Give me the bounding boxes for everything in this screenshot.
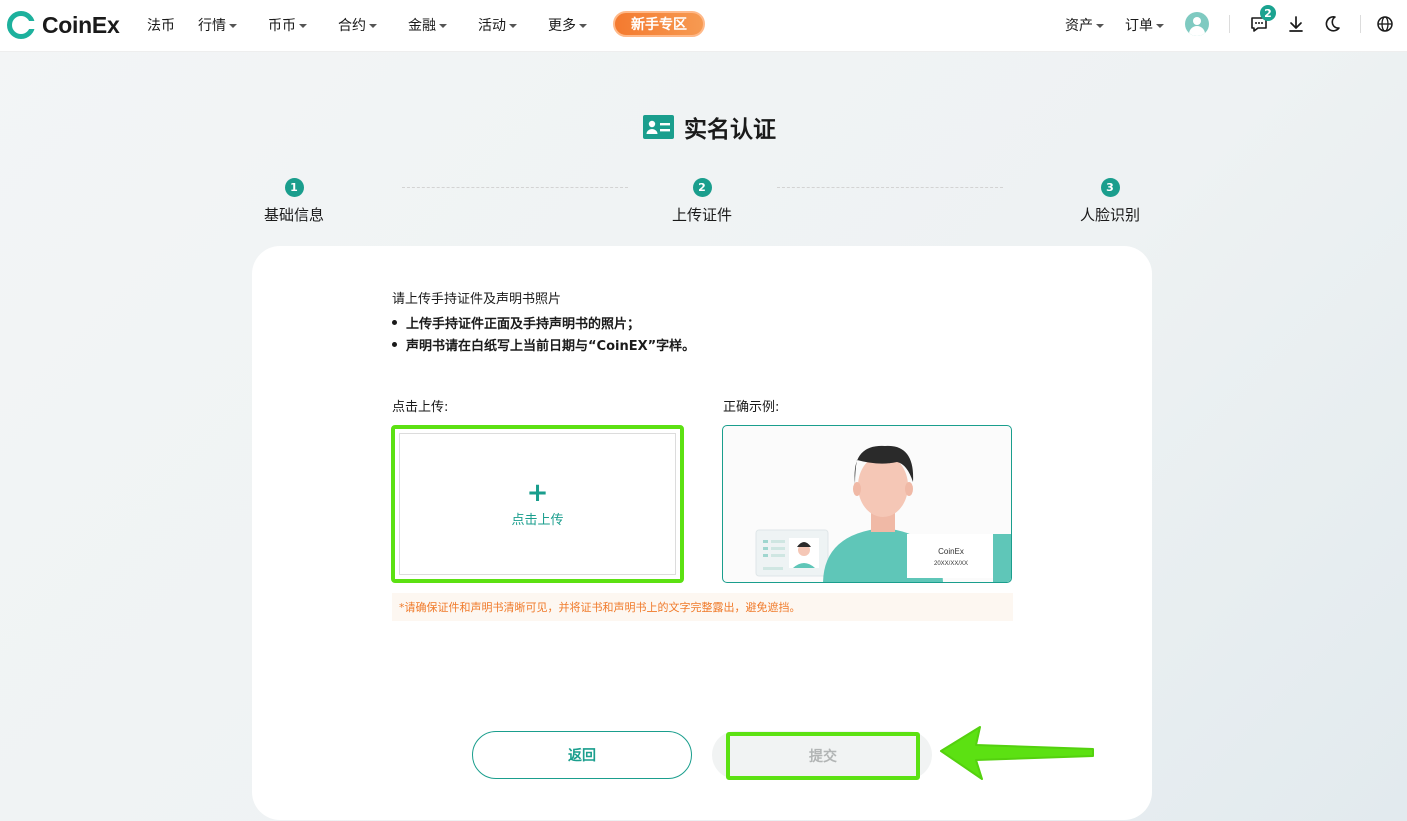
chevron-down-icon — [579, 24, 587, 28]
upload-dropzone-inner: + 点击上传 — [399, 433, 676, 575]
example-section-label: 正确示例: — [723, 400, 780, 415]
nav-spot-label: 币币 — [268, 18, 296, 34]
nav-fiat[interactable]: 法币 — [147, 15, 175, 35]
instruction-bullet: 声明书请在白纸写上当前日期与“CoinEX”字样。 — [392, 335, 695, 354]
nav-orders[interactable]: 订单 — [1125, 15, 1164, 35]
instruction-text: 上传手持证件正面及手持声明书的照片； — [406, 317, 641, 332]
plus-icon: + — [526, 477, 549, 508]
chevron-down-icon — [229, 24, 237, 28]
example-person-illustration: CoinEx 20XX/XX/XX — [755, 445, 1011, 582]
nav-finance[interactable]: 金融 — [408, 15, 447, 35]
divider — [1360, 15, 1361, 33]
nav-finance-label: 金融 — [408, 18, 436, 34]
step-number: 1 — [284, 178, 304, 197]
nav-markets[interactable]: 行情 — [198, 15, 237, 35]
avatar[interactable] — [1185, 12, 1209, 36]
step-number: 3 — [1100, 178, 1120, 197]
chevron-down-icon — [369, 24, 377, 28]
message-count-badge: 2 — [1260, 5, 1276, 21]
submit-button[interactable]: 提交 — [726, 732, 920, 780]
instruction-bullet: 上传手持证件正面及手持声明书的照片； — [392, 313, 640, 332]
moon-icon[interactable] — [1322, 14, 1342, 34]
brand-name: CoinEx — [42, 11, 120, 38]
nav-assets[interactable]: 资产 — [1065, 15, 1104, 35]
step-label: 人脸识别 — [1079, 206, 1140, 224]
upload-tip: *请确保证件和声明书清晰可见，并将证书和声明书上的文字完整露出，避免遮挡。 — [392, 593, 1013, 621]
nav-markets-label: 行情 — [198, 18, 226, 34]
nav-activity[interactable]: 活动 — [478, 15, 517, 35]
annotation-arrow-icon — [940, 726, 1094, 780]
globe-icon[interactable] — [1375, 14, 1395, 34]
nav-futures-label: 合约 — [338, 18, 366, 34]
nav-fiat-label: 法币 — [147, 18, 175, 34]
nav-more[interactable]: 更多 — [548, 15, 587, 35]
chevron-down-icon — [1156, 24, 1164, 28]
chevron-down-icon — [1096, 24, 1104, 28]
example-image: CoinEx 20XX/XX/XX — [722, 425, 1012, 583]
id-card-icon — [643, 115, 674, 139]
chevron-down-icon — [509, 24, 517, 28]
example-paper-date: 20XX/XX/XX — [934, 561, 968, 567]
top-nav: CoinEx 法币 行情 币币 合约 金融 活动 更多 新手专区 资产 订单 2 — [0, 0, 1407, 52]
coinex-logo-icon — [7, 11, 36, 39]
example-paper-text: CoinEx — [938, 547, 964, 556]
page-title-text: 实名认证 — [684, 117, 776, 143]
upload-section-label: 点击上传: — [392, 400, 449, 415]
coinex-logo[interactable]: CoinEx — [7, 10, 120, 40]
upload-dropzone[interactable]: + 点击上传 — [391, 425, 684, 583]
upload-button-text: 点击上传 — [511, 512, 564, 528]
chevron-down-icon — [439, 24, 447, 28]
step-face-recognition: 3 人脸识别 — [1050, 178, 1170, 225]
step-label: 基础信息 — [263, 206, 324, 224]
step-connector — [777, 187, 1003, 188]
instruction-text: 声明书请在白纸写上当前日期与“CoinEX”字样。 — [406, 339, 696, 354]
instructions-title: 请上传手持证件及声明书照片 — [392, 292, 562, 307]
nav-activity-label: 活动 — [478, 18, 506, 34]
step-connector — [402, 187, 628, 188]
nav-futures[interactable]: 合约 — [338, 15, 377, 35]
newbie-zone-button[interactable]: 新手专区 — [613, 11, 705, 37]
step-basic-info: 1 基础信息 — [234, 178, 354, 225]
back-button[interactable]: 返回 — [472, 731, 692, 779]
submit-button-wrap: 提交 — [712, 731, 932, 780]
bullet-dot — [392, 342, 397, 347]
step-upload-id: 2 上传证件 — [642, 178, 762, 225]
step-number: 2 — [692, 178, 712, 197]
download-icon[interactable] — [1286, 14, 1306, 34]
page-title: 实名认证 — [643, 110, 776, 144]
chevron-down-icon — [299, 24, 307, 28]
nav-spot[interactable]: 币币 — [268, 15, 307, 35]
nav-assets-label: 资产 — [1065, 18, 1093, 34]
step-label: 上传证件 — [671, 206, 732, 224]
nav-orders-label: 订单 — [1125, 18, 1153, 34]
nav-more-label: 更多 — [548, 18, 576, 34]
bullet-dot — [392, 320, 397, 325]
divider — [1229, 15, 1230, 33]
